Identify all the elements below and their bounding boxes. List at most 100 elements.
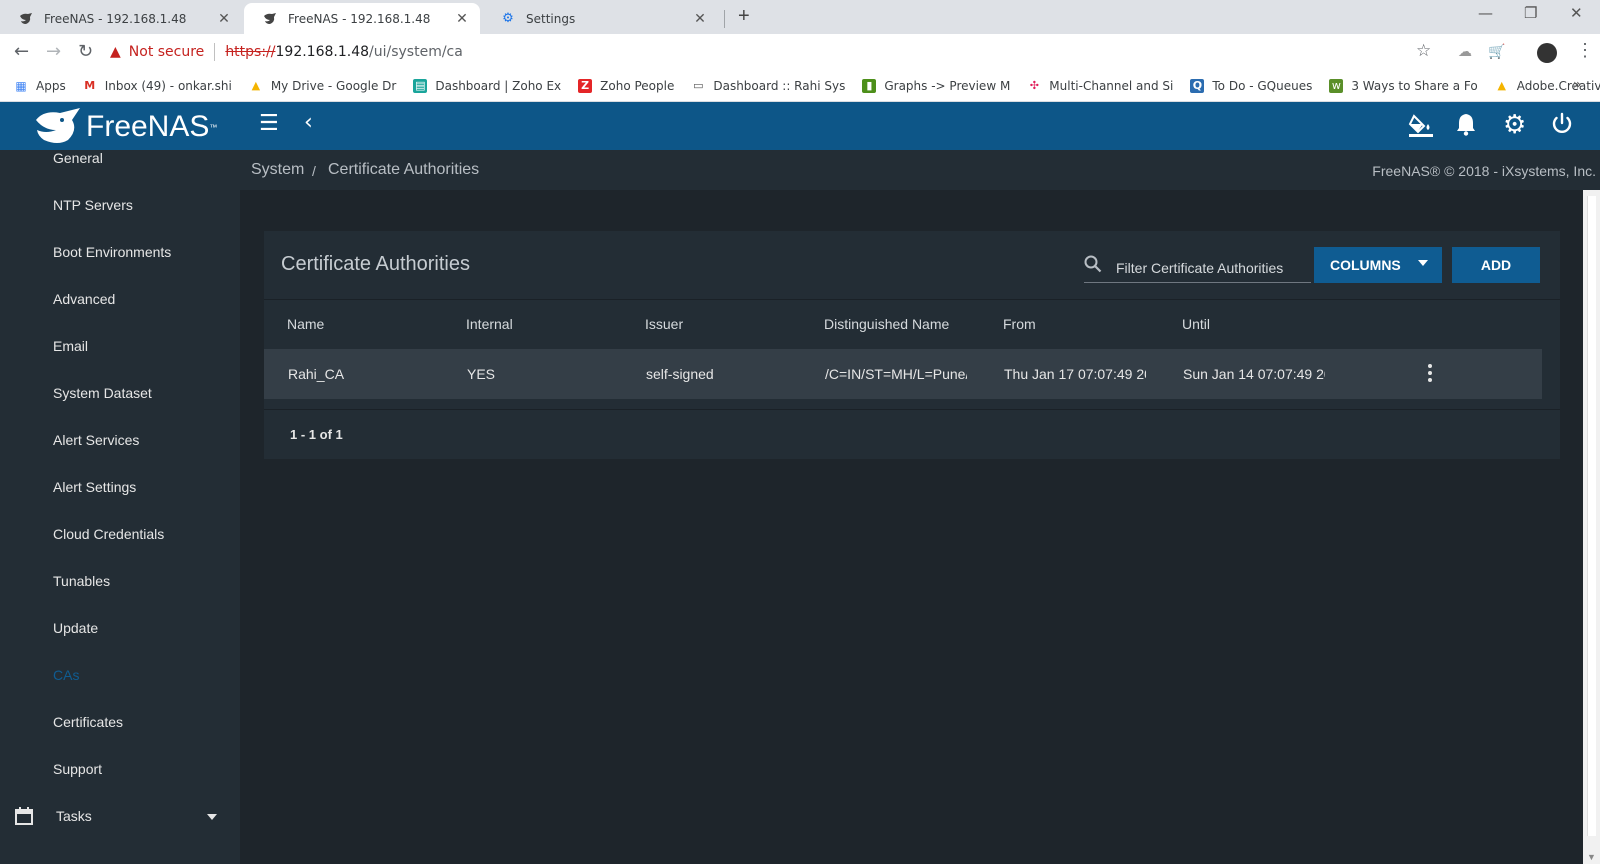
- bookmark-apps[interactable]: ▦ Apps: [14, 78, 66, 93]
- gqueues-icon: Q: [1190, 78, 1205, 93]
- security-status[interactable]: Not secure: [129, 44, 205, 60]
- zoho-expense-icon: ▤: [413, 78, 428, 93]
- cell-name: Rahi_CA: [288, 366, 345, 382]
- cell-from: Thu Jan 17 07:07:49 2019: [1004, 366, 1146, 382]
- sidebar-item-cloud-credentials[interactable]: Cloud Credentials: [53, 526, 164, 542]
- pagination-range: 1 - 1 of 1: [290, 427, 343, 442]
- add-button[interactable]: ADD: [1452, 247, 1540, 283]
- sidebar-item-tasks[interactable]: Tasks: [0, 807, 240, 848]
- address-bar-row: ← → ↻ ▲ Not secure https:// 192.168.1.48…: [0, 34, 1600, 70]
- sidebar-item-general[interactable]: General: [53, 150, 103, 166]
- more-bookmarks-icon[interactable]: »: [1573, 77, 1582, 93]
- sidebar-item-ntp-servers[interactable]: NTP Servers: [53, 197, 133, 213]
- bookmark-item[interactable]: Q To Do - GQueues: [1190, 78, 1313, 93]
- sidebar-item-update[interactable]: Update: [53, 620, 98, 636]
- sidebar-item-email[interactable]: Email: [53, 338, 88, 354]
- sidebar-item-boot-environments[interactable]: Boot Environments: [53, 244, 171, 260]
- browser-menu-icon[interactable]: ⋮: [1576, 40, 1594, 61]
- dropdown-caret-icon: [1418, 260, 1428, 266]
- theme-paint-bucket-icon[interactable]: [1408, 112, 1434, 144]
- bookmark-item[interactable]: ▲ My Drive - Google Dr: [249, 79, 397, 93]
- expand-caret-icon: [207, 814, 217, 820]
- bookmark-label: Graphs -> Preview M: [884, 78, 1011, 93]
- browser-tab-active[interactable]: FreeNAS - 192.168.1.48 ✕: [244, 3, 480, 34]
- scrollbar-thumb[interactable]: [1587, 196, 1596, 836]
- extension-icon[interactable]: ☁: [1458, 43, 1472, 60]
- bookmark-item[interactable]: w 3 Ways to Share a Fo: [1329, 78, 1478, 93]
- column-header-until[interactable]: Until: [1182, 316, 1210, 332]
- search-icon: [1084, 255, 1102, 278]
- breadcrumb-system[interactable]: System: [251, 161, 304, 179]
- gmail-icon: M: [84, 79, 96, 92]
- tab-label: FreeNAS - 192.168.1.48: [288, 11, 431, 26]
- bookmark-item[interactable]: ▭ Dashboard :: Rahi Sys: [691, 79, 845, 93]
- sidebar-item-alert-services[interactable]: Alert Services: [53, 432, 139, 448]
- bookmark-item[interactable]: ✣ Multi-Channel and Si: [1027, 78, 1174, 93]
- bookmark-item[interactable]: ▤ Dashboard | Zoho Ex: [413, 78, 561, 93]
- bookmark-label: Apps: [36, 78, 66, 93]
- filter-input[interactable]: [1116, 257, 1306, 279]
- tab-label: Settings: [526, 11, 576, 26]
- omnibox[interactable]: ▲ Not secure https:// 192.168.1.48 /ui/s…: [110, 38, 1434, 66]
- bookmark-item[interactable]: M Inbox (49) - onkar.shi: [83, 79, 232, 93]
- cart-extension-icon[interactable]: 🛒: [1488, 43, 1505, 60]
- collapse-chevron-icon[interactable]: ‹: [304, 110, 313, 135]
- sidebar-item-advanced[interactable]: Advanced: [53, 291, 115, 307]
- bookmark-label: Multi-Channel and Si: [1049, 78, 1174, 93]
- back-arrow-icon[interactable]: ←: [14, 41, 29, 62]
- sidebar-item-cas[interactable]: CAs: [53, 667, 79, 683]
- bookmark-item[interactable]: ▲ Adobe.Creative.Suite: [1495, 79, 1600, 93]
- close-window-icon[interactable]: ✕: [1570, 4, 1583, 22]
- settings-gear-icon[interactable]: ⚙: [1503, 110, 1526, 140]
- browser-tab[interactable]: FreeNAS - 192.168.1.48 ✕: [0, 3, 242, 34]
- freenas-favicon-icon: [262, 11, 278, 27]
- table-row[interactable]: Rahi_CA YES self-signed /C=IN/ST=MH/L=Pu…: [264, 349, 1542, 399]
- scroll-down-arrow-icon[interactable]: ▼: [1587, 852, 1596, 862]
- profile-avatar[interactable]: [1537, 43, 1557, 63]
- google-drive-icon: ▲: [251, 79, 261, 92]
- notifications-bell-icon[interactable]: [1455, 112, 1477, 142]
- bookmark-item[interactable]: Z Zoho People: [578, 78, 675, 93]
- column-header-from[interactable]: From: [1003, 316, 1036, 332]
- minimize-icon[interactable]: —: [1478, 4, 1493, 22]
- column-header-distinguished-name[interactable]: Distinguished Name: [824, 316, 949, 332]
- columns-button[interactable]: COLUMNS: [1314, 247, 1442, 283]
- sidebar-item-support[interactable]: Support: [53, 761, 102, 777]
- breadcrumb-current: Certificate Authorities: [328, 161, 480, 178]
- power-icon[interactable]: [1550, 112, 1574, 142]
- tab-label: FreeNAS - 192.168.1.48: [44, 11, 187, 26]
- close-tab-icon[interactable]: ✕: [216, 11, 232, 27]
- column-header-internal[interactable]: Internal: [466, 316, 513, 332]
- google-drive-icon: ▲: [1497, 79, 1506, 92]
- url-scheme: https://: [225, 44, 276, 60]
- new-tab-icon[interactable]: +: [738, 5, 750, 28]
- reload-icon[interactable]: ↻: [78, 41, 93, 62]
- bookmark-label: To Do - GQueues: [1212, 78, 1313, 93]
- page-scrollbar[interactable]: ▼: [1583, 190, 1600, 864]
- close-tab-icon[interactable]: ✕: [692, 11, 708, 27]
- menu-hamburger-icon[interactable]: ☰: [259, 111, 279, 136]
- row-actions-menu-icon[interactable]: [1423, 361, 1437, 385]
- close-tab-icon[interactable]: ✕: [454, 11, 470, 27]
- bookmark-star-icon[interactable]: ☆: [1416, 41, 1431, 61]
- table-header: Name Internal Issuer Distinguished Name …: [264, 299, 1560, 349]
- bookmark-label: Inbox (49) - onkar.shi: [104, 78, 232, 93]
- bookmark-label: Zoho People: [600, 78, 675, 93]
- sidebar-item-system-dataset[interactable]: System Dataset: [53, 385, 152, 401]
- freenas-logo[interactable]: FreeNAS ™: [34, 108, 217, 146]
- cell-until: Sun Jan 14 07:07:49 2029: [1183, 366, 1325, 382]
- column-header-name[interactable]: Name: [287, 316, 324, 332]
- sidebar-item-certificates[interactable]: Certificates: [53, 714, 123, 730]
- sidebar-item-tunables[interactable]: Tunables: [53, 573, 110, 589]
- omnibox-divider: [214, 43, 216, 61]
- cell-internal: YES: [467, 366, 496, 382]
- restore-icon[interactable]: ❐: [1524, 4, 1537, 22]
- forward-arrow-icon[interactable]: →: [46, 41, 61, 62]
- sidebar-item-alert-settings[interactable]: Alert Settings: [53, 479, 136, 495]
- bookmark-label: Dashboard :: Rahi Sys: [713, 78, 846, 93]
- bookmark-item[interactable]: ▮ Graphs -> Preview M: [862, 78, 1011, 93]
- column-header-issuer[interactable]: Issuer: [645, 316, 683, 332]
- url-host: 192.168.1.48: [275, 44, 370, 60]
- tasks-label: Tasks: [56, 808, 92, 824]
- browser-tab[interactable]: ⚙ Settings ✕: [482, 3, 718, 34]
